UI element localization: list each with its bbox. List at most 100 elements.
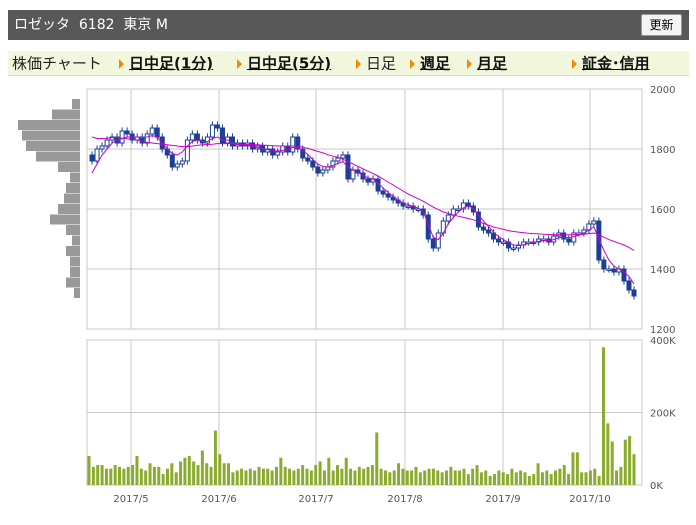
candle-body: [169, 154, 175, 168]
volume-bar: [510, 468, 514, 485]
candle-body: [596, 220, 602, 261]
volume-bar: [209, 466, 213, 485]
volume-tick-label: 0K: [650, 481, 663, 492]
volume-bar: [610, 441, 614, 485]
candle-body: [179, 160, 185, 165]
price-volume-bar: [52, 109, 80, 120]
candle-body: [496, 238, 501, 243]
volume-bar: [601, 347, 605, 485]
volume-bar: [174, 472, 178, 485]
candle-body: [626, 280, 632, 291]
volume-bar: [436, 470, 440, 485]
candle-body: [104, 139, 110, 147]
candle-body: [566, 238, 572, 243]
candle-body: [606, 268, 612, 271]
price-tick-label: 1200: [650, 325, 675, 336]
volume-bar: [362, 468, 366, 485]
volume-bar: [314, 465, 318, 485]
volume-bar: [623, 439, 627, 485]
candle-body: [445, 214, 451, 222]
candle-body: [485, 229, 491, 234]
candle-body: [435, 232, 441, 249]
price-volume-bar: [70, 256, 80, 267]
volume-bar: [288, 468, 292, 485]
volume-bar: [388, 472, 392, 485]
volume-bar: [628, 436, 632, 485]
volume-bar: [122, 468, 126, 485]
volume-bar: [340, 468, 344, 485]
candle-body: [230, 136, 236, 147]
volume-bar: [353, 470, 357, 485]
volume-bar: [527, 475, 531, 485]
candle-body: [209, 124, 215, 138]
volume-bar: [479, 472, 483, 485]
candle-body: [405, 205, 411, 208]
volume-bar: [580, 472, 584, 485]
volume-bar: [261, 468, 265, 485]
volume-bar: [248, 468, 252, 485]
volume-bar: [410, 470, 414, 485]
volume-bar: [336, 465, 340, 485]
candle-body: [511, 247, 517, 250]
volume-bar: [152, 466, 156, 485]
x-tick-label: 2017/8: [387, 494, 422, 505]
volume-bar: [370, 465, 374, 485]
volume-bar: [514, 472, 518, 485]
volume-bar: [536, 463, 540, 485]
volume-bar: [593, 468, 597, 485]
volume-bar: [506, 474, 510, 485]
volume-bar: [606, 423, 610, 485]
volume-bar: [104, 468, 108, 485]
candle-body: [591, 220, 597, 225]
price-volume-bar: [66, 277, 80, 288]
candle-body: [194, 133, 200, 141]
candle-body: [335, 157, 341, 162]
candle-body: [611, 268, 617, 273]
volume-bar: [179, 461, 183, 485]
x-tick-label: 2017/10: [569, 494, 611, 505]
x-tick-label: 2017/5: [113, 494, 148, 505]
candle-body: [99, 145, 105, 150]
price-volume-bar: [64, 193, 80, 204]
price-volume-bar: [58, 162, 80, 172]
volume-bar: [414, 466, 418, 485]
volume-bar: [296, 468, 300, 485]
volume-bar: [523, 472, 527, 485]
volume-bar: [109, 468, 113, 485]
price-volume-bar: [74, 288, 80, 298]
volume-bar: [492, 474, 496, 485]
volume-bar: [392, 470, 396, 485]
volume-bar: [91, 466, 95, 485]
candle-body: [601, 259, 607, 270]
x-tick-label: 2017/9: [485, 494, 520, 505]
volume-bar: [366, 466, 370, 485]
price-tick-label: 1400: [650, 265, 675, 276]
volume-bar: [192, 461, 196, 485]
volume-bar: [405, 470, 409, 485]
volume-bar: [554, 470, 558, 485]
candle-body: [94, 148, 100, 162]
candle-body: [310, 160, 316, 168]
volume-bar: [349, 468, 353, 485]
volume-bar: [213, 430, 217, 485]
volume-bar: [309, 470, 313, 485]
candle-body: [631, 289, 637, 297]
volume-bar: [453, 470, 457, 485]
volume-bar: [270, 470, 274, 485]
volume-bar: [445, 470, 449, 485]
volume-bar: [253, 470, 257, 485]
volume-bar: [126, 466, 130, 485]
volume-bar: [240, 468, 244, 485]
volume-bar: [484, 470, 488, 485]
volume-bar: [318, 461, 322, 485]
stock-chart: 2017/5 2017/6 2017/7 2017/8 2017/9 2017/10 200…: [18, 85, 676, 505]
volume-bar: [283, 466, 287, 485]
candle-body: [340, 154, 346, 159]
price-volume-bar: [70, 172, 80, 183]
volume-bar: [549, 474, 553, 485]
price-tick-label: 1600: [650, 205, 675, 216]
volume-bar: [144, 470, 148, 485]
volume-bar: [584, 472, 588, 485]
candle-body: [184, 139, 190, 162]
volume-bar: [431, 468, 435, 485]
